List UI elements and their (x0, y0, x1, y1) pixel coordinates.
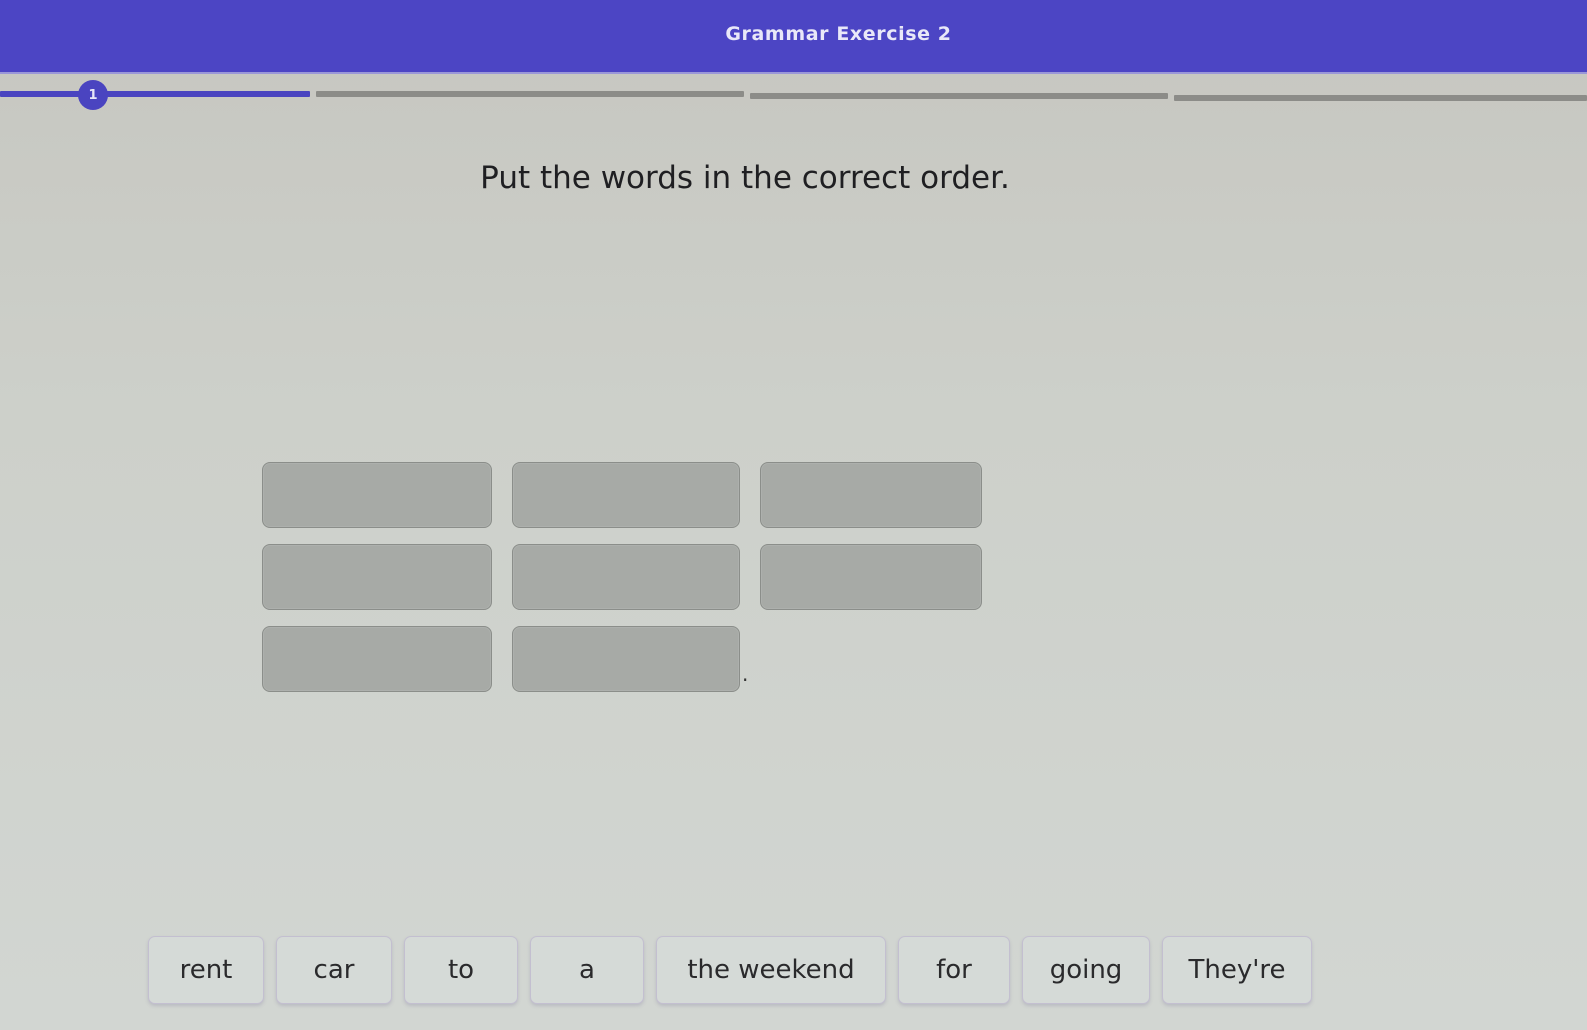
app-header: Grammar Exercise 2 (0, 0, 1587, 74)
answer-slot-2[interactable] (512, 462, 740, 528)
answer-slot-1[interactable] (262, 462, 492, 528)
progress-segment-2 (316, 91, 744, 97)
current-step-indicator[interactable]: 1 (78, 80, 108, 110)
progress-segment-3 (750, 93, 1168, 99)
instruction-text: Put the words in the correct order. (480, 160, 1010, 196)
answer-slot-4[interactable] (262, 544, 492, 610)
answer-slot-5[interactable] (512, 544, 740, 610)
answer-slot-7[interactable] (262, 626, 492, 692)
answer-slot-8[interactable] (512, 626, 740, 692)
word-chip[interactable]: the weekend (656, 936, 886, 1004)
word-chip[interactable]: to (404, 936, 518, 1004)
answer-slots (262, 462, 1002, 692)
progress-segment-4 (1174, 95, 1587, 101)
word-chip[interactable]: car (276, 936, 392, 1004)
word-chip[interactable]: rent (148, 936, 264, 1004)
word-chip[interactable]: for (898, 936, 1010, 1004)
word-chip[interactable]: going (1022, 936, 1150, 1004)
word-chip[interactable]: a (530, 936, 644, 1004)
exercise-title: Grammar Exercise 2 (725, 23, 952, 45)
progress-segment-1 (0, 91, 310, 97)
sentence-end-punctuation: . (742, 662, 749, 686)
progress-bar: 1 (0, 80, 1587, 110)
word-bank: rent car to a the weekend for going They… (148, 936, 1312, 1004)
answer-slot-3[interactable] (760, 462, 982, 528)
answer-slot-6[interactable] (760, 544, 982, 610)
word-chip[interactable]: They're (1162, 936, 1312, 1004)
